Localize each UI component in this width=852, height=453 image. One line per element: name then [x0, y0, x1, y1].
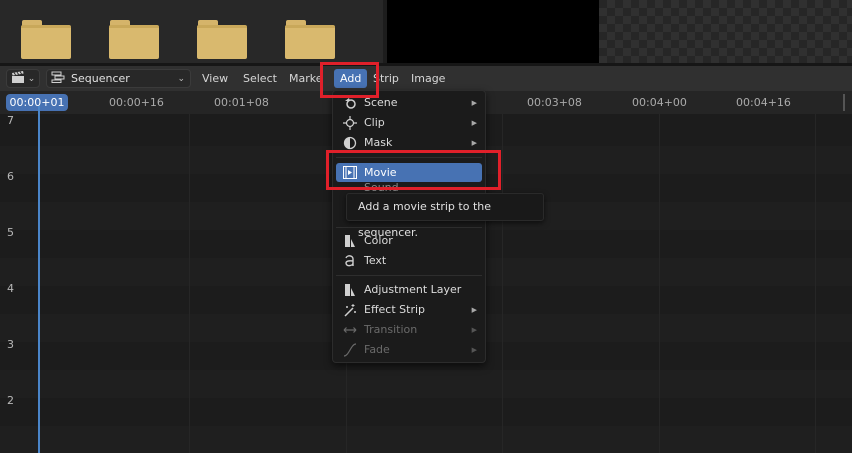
submenu-arrow-icon: ▶	[471, 325, 477, 334]
menu-item-text[interactable]: Text	[336, 251, 482, 270]
grid-line	[189, 114, 190, 453]
adjustment-layer-icon	[342, 282, 358, 298]
chevron-down-icon: ⌄	[177, 73, 185, 84]
folder-icon[interactable]	[285, 20, 335, 60]
grid-line	[502, 114, 503, 453]
time-tick-label: 00:04+16	[736, 96, 791, 109]
transition-icon	[342, 322, 358, 338]
clip-icon	[342, 115, 358, 131]
menu-item-fade[interactable]: Fade ▶	[336, 340, 482, 359]
movie-tooltip: Add a movie strip to the sequencer.	[346, 193, 544, 239]
time-tick-label: 00:01+08	[214, 96, 269, 109]
sequencer-icon	[51, 71, 65, 86]
preview-area	[387, 0, 599, 63]
folder-icon[interactable]	[21, 20, 71, 60]
color-icon	[342, 233, 358, 249]
fade-icon	[342, 342, 358, 358]
menu-item-adjustment-layer[interactable]: Adjustment Layer	[336, 280, 482, 299]
annotation-box-movie	[326, 150, 501, 190]
scroll-handle[interactable]	[843, 94, 845, 111]
menu-item-clip[interactable]: Clip ▶	[336, 113, 482, 132]
channel-number: 7	[7, 114, 14, 127]
grid-line	[659, 114, 660, 453]
playhead-time-label[interactable]: 00:00+01	[6, 94, 68, 111]
time-tick-label: 00:04+00	[632, 96, 687, 109]
folder-icon[interactable]	[109, 20, 159, 60]
playhead-line[interactable]	[38, 106, 40, 453]
effect-strip-icon	[342, 302, 358, 318]
submenu-arrow-icon: ▶	[471, 98, 477, 107]
chevron-down-icon: ⌄	[27, 73, 36, 84]
submenu-arrow-icon: ▶	[471, 138, 477, 147]
menu-image[interactable]: Image	[405, 69, 451, 88]
file-browser-panel	[0, 0, 383, 65]
annotation-box-add	[320, 62, 379, 98]
menu-item-effect-strip[interactable]: Effect Strip ▶	[336, 300, 482, 319]
clapperboard-icon	[11, 70, 25, 87]
time-tick-label: 00:03+08	[527, 96, 582, 109]
grid-line	[815, 114, 816, 453]
text-icon	[342, 253, 358, 269]
menu-separator	[336, 275, 482, 276]
time-tick-label: 00:00+16	[109, 96, 164, 109]
channel-number: 2	[7, 394, 14, 407]
submenu-arrow-icon: ▶	[471, 118, 477, 127]
menu-view[interactable]: View	[196, 69, 234, 88]
view-type-label: Sequencer	[71, 72, 130, 85]
channel-number: 5	[7, 226, 14, 239]
mask-icon	[342, 135, 358, 151]
submenu-arrow-icon: ▶	[471, 345, 477, 354]
transparent-preview-area	[599, 0, 852, 63]
view-type-select[interactable]: Sequencer ⌄	[46, 69, 191, 88]
channel-number: 6	[7, 170, 14, 183]
channel-number: 3	[7, 338, 14, 351]
submenu-arrow-icon: ▶	[471, 305, 477, 314]
editor-type-button[interactable]: ⌄	[6, 69, 40, 88]
sequencer-header: ⌄ Sequencer ⌄ View Select Marke Add Stri…	[0, 66, 852, 91]
menu-item-transition[interactable]: Transition ▶	[336, 320, 482, 339]
channel-row	[0, 426, 852, 453]
channel-number: 4	[7, 282, 14, 295]
folder-icon[interactable]	[197, 20, 247, 60]
channel-row	[0, 370, 852, 398]
menu-select[interactable]: Select	[237, 69, 283, 88]
